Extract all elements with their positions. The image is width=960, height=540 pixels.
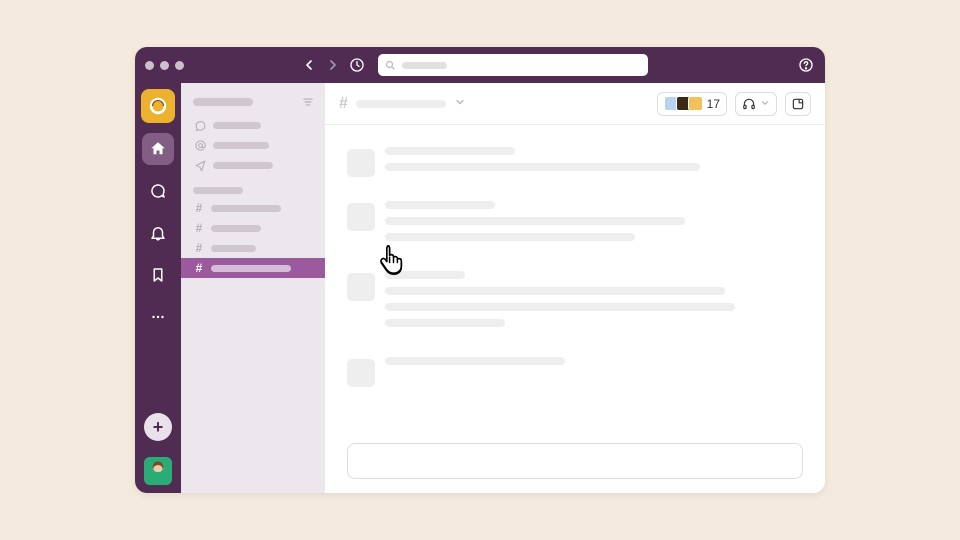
message[interactable] (347, 147, 803, 179)
message-line (385, 287, 725, 295)
plus-icon: + (153, 417, 164, 438)
user-avatar[interactable] (144, 457, 172, 485)
workspace-name (193, 98, 253, 106)
chevron-down-icon[interactable] (454, 95, 466, 113)
channel-title[interactable] (356, 100, 446, 108)
bookmark-icon (149, 266, 167, 284)
rail-notifications[interactable] (142, 217, 174, 249)
nav-rail: + (135, 83, 181, 493)
filter-icon[interactable] (301, 95, 315, 109)
rail-bookmarks[interactable] (142, 259, 174, 291)
rail-home[interactable] (142, 133, 174, 165)
hash-icon: # (193, 221, 205, 235)
message-line (385, 271, 465, 279)
message-line (385, 201, 495, 209)
window-controls (145, 61, 184, 70)
window-minimize[interactable] (160, 61, 169, 70)
hash-icon: # (193, 261, 205, 275)
help-icon[interactable] (797, 56, 815, 74)
rail-more[interactable] (142, 301, 174, 333)
avatar-stack (664, 96, 703, 111)
channel-name (211, 225, 261, 232)
channel-header: # 17 (325, 83, 825, 125)
sidebar-item-label (213, 162, 273, 169)
add-workspace-button[interactable]: + (144, 413, 172, 441)
message[interactable] (347, 357, 803, 387)
ellipsis-icon (149, 308, 167, 326)
message-line (385, 217, 685, 225)
message-line (385, 233, 635, 241)
nav-back-icon[interactable] (300, 56, 318, 74)
sidebar-item-mentions[interactable] (181, 135, 325, 155)
message-line (385, 163, 700, 171)
message-line (385, 303, 735, 311)
workspace-switcher[interactable] (141, 89, 175, 123)
workspace-icon (147, 95, 169, 117)
canvas-icon (791, 97, 805, 111)
app-window: + (135, 47, 825, 493)
message-avatar (347, 273, 375, 301)
message-avatar (347, 203, 375, 231)
rail-activity[interactable] (142, 175, 174, 207)
home-icon (149, 140, 167, 158)
message-line (385, 147, 515, 155)
message-list (325, 125, 825, 443)
message-avatar (347, 359, 375, 387)
chat-icon (149, 182, 167, 200)
workspace-header[interactable] (181, 87, 325, 115)
window-zoom[interactable] (175, 61, 184, 70)
channel-item[interactable]: # (181, 218, 325, 238)
message-line (385, 357, 565, 365)
member-count-button[interactable]: 17 (657, 92, 727, 116)
message[interactable] (347, 201, 803, 249)
sidebar-item-drafts[interactable] (181, 155, 325, 175)
hash-icon: # (193, 241, 205, 255)
canvas-button[interactable] (785, 92, 811, 116)
sidebar-item-label (213, 122, 261, 129)
chevron-down-icon (760, 97, 770, 111)
nav-forward-icon[interactable] (324, 56, 342, 74)
thread-icon (193, 118, 207, 132)
avatar-icon (144, 457, 172, 485)
sidebar-item-label (213, 142, 269, 149)
member-count: 17 (707, 97, 720, 111)
main-pane: # 17 (325, 83, 825, 493)
channel-item-active[interactable]: # (181, 258, 325, 278)
channel-name (211, 265, 291, 272)
bell-icon (149, 224, 167, 242)
message-line (385, 319, 505, 327)
sent-icon (193, 158, 207, 172)
hash-icon: # (193, 201, 205, 215)
sidebar-item-threads[interactable] (181, 115, 325, 135)
message[interactable] (347, 271, 803, 335)
hash-icon: # (339, 95, 348, 113)
channel-item[interactable]: # (181, 238, 325, 258)
channel-name (211, 245, 256, 252)
headphones-icon (742, 97, 756, 111)
search-placeholder (402, 62, 447, 69)
window-close[interactable] (145, 61, 154, 70)
history-icon[interactable] (348, 56, 366, 74)
channel-name (211, 205, 281, 212)
search-input[interactable] (378, 54, 648, 76)
titlebar (135, 47, 825, 83)
channel-item[interactable]: # (181, 198, 325, 218)
sidebar-section-channels (193, 187, 243, 194)
mention-icon (193, 138, 207, 152)
search-icon (384, 59, 396, 71)
message-avatar (347, 149, 375, 177)
huddle-button[interactable] (735, 92, 777, 116)
message-composer[interactable] (347, 443, 803, 479)
channel-sidebar: # # # # (181, 83, 325, 493)
